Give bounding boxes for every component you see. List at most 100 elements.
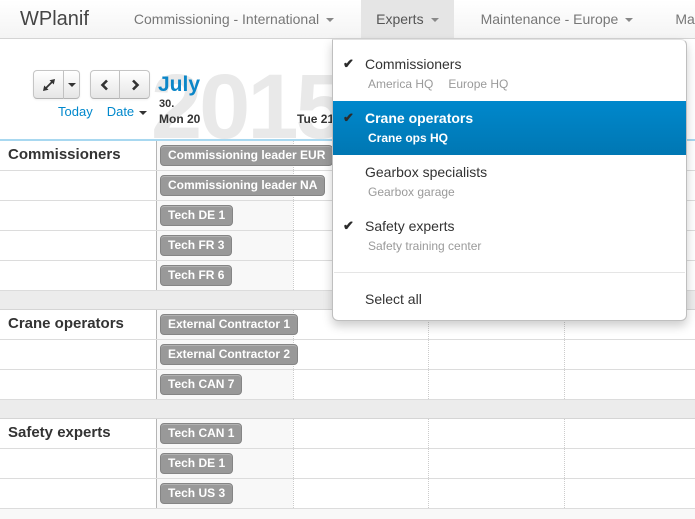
table-row: Tech DE 1 (0, 449, 695, 479)
group-label-cell (0, 370, 157, 399)
day-cell[interactable] (428, 340, 564, 369)
navbar-menu-item-0[interactable]: Commissioning - International (119, 0, 349, 38)
group-label-cell (0, 479, 157, 508)
day-cell[interactable] (293, 419, 429, 448)
resource-badge[interactable]: Tech CAN 1 (160, 423, 242, 444)
navbar-menu-item-2[interactable]: Maintenance - Europe (466, 0, 649, 38)
toolbar-links: Today Date (58, 104, 147, 119)
chevron-down-icon (625, 18, 633, 22)
check-icon: ✔ (343, 108, 359, 128)
navbar-menu-item-label: Experts (376, 11, 423, 27)
day-cell[interactable] (293, 449, 429, 478)
navbar: WPlanif Commissioning - International Ex… (0, 0, 695, 39)
resource-badge[interactable]: External Contractor 1 (160, 314, 298, 335)
day-cell[interactable] (428, 370, 564, 399)
day-header-tue: Tue 21 (297, 112, 334, 126)
venue-label[interactable]: Crane ops HQ (368, 131, 448, 146)
group-label: Safety experts (0, 419, 156, 441)
experts-dropdown: ✔ Commissioners America HQ Europe HQ ✔ Cr… (332, 39, 687, 321)
next-button[interactable] (120, 70, 150, 99)
day-cell[interactable] (293, 479, 429, 508)
navbar-menu-item-3[interactable]: Maintenance - (660, 0, 695, 38)
dropdown-item[interactable]: ✔ Commissioners America HQ Europe HQ (333, 47, 686, 101)
chevron-down-icon (326, 18, 334, 22)
check-icon: ✔ (343, 54, 359, 74)
venue-label[interactable]: Gearbox garage (368, 185, 455, 200)
zoom-dropdown-button[interactable] (64, 70, 80, 99)
table-row: Safety experts Tech CAN 1 (0, 419, 695, 449)
group-label: Crane operators (0, 310, 156, 332)
group-label-cell: Commissioners (0, 141, 157, 170)
group-label-cell (0, 171, 157, 200)
dropdown-item[interactable]: ✔ Safety experts Safety training center (333, 209, 686, 263)
resource-badge[interactable]: Tech FR 3 (160, 235, 232, 256)
nav-button-group (90, 70, 150, 99)
resize-diagonal-icon (42, 78, 56, 92)
day-cell[interactable] (428, 449, 564, 478)
dropdown-divider (334, 272, 685, 273)
group-label-cell (0, 261, 157, 290)
resource-badge[interactable]: Tech US 3 (160, 483, 233, 504)
navbar-menu-item-1[interactable]: Experts (361, 0, 453, 38)
navbar-menu-item-label: Commissioning - International (134, 11, 319, 27)
day-cell[interactable] (564, 340, 695, 369)
resource-badge[interactable]: Tech FR 6 (160, 265, 232, 286)
chevron-down-icon (431, 18, 439, 22)
resource-badge[interactable]: Tech DE 1 (160, 205, 233, 226)
group-label-cell (0, 449, 157, 478)
day-cell[interactable] (564, 479, 695, 508)
experts-dropdown-items: ✔ Commissioners America HQ Europe HQ ✔ Cr… (333, 47, 686, 263)
check-icon: ✔ (343, 216, 359, 236)
resource-badge[interactable]: Tech DE 1 (160, 453, 233, 474)
venue-list: Safety training center (333, 239, 686, 254)
today-link[interactable]: Today (58, 104, 93, 119)
resource-badge[interactable]: Commissioning leader NA (160, 175, 325, 196)
day-cell[interactable] (293, 370, 429, 399)
resource-badge[interactable]: Commissioning leader EUR (160, 145, 333, 166)
grid-footer-strip (0, 509, 695, 519)
dropdown-item-label: Commissioners (365, 54, 461, 74)
resource-badge[interactable]: External Contractor 2 (160, 344, 298, 365)
dropdown-item-label: Safety experts (365, 216, 455, 236)
venue-label[interactable]: America HQ (368, 77, 433, 92)
group-label-cell: Safety experts (0, 419, 157, 448)
expand-view-button[interactable] (33, 70, 64, 99)
app-brand[interactable]: WPlanif (0, 0, 113, 38)
group-label-cell (0, 340, 157, 369)
dropdown-item-label: Crane operators (365, 108, 473, 128)
venue-label[interactable]: Europe HQ (448, 77, 508, 92)
table-row: Tech US 3 (0, 479, 695, 509)
chevron-down-icon (68, 83, 76, 87)
previous-button[interactable] (90, 70, 120, 99)
day-cell[interactable] (564, 419, 695, 448)
month-title: July (158, 73, 200, 97)
venue-list: Gearbox garage (333, 185, 686, 200)
table-row: External Contractor 2 (0, 340, 695, 370)
dropdown-item[interactable]: ✔ Gearbox specialists Gearbox garage (333, 155, 686, 209)
date-link-label: Date (107, 104, 134, 119)
navbar-menu-item-label: Maintenance - (675, 11, 695, 27)
week-number: 30. (159, 98, 174, 110)
day-cell[interactable] (564, 370, 695, 399)
date-link[interactable]: Date (107, 104, 147, 119)
resource-badge[interactable]: Tech CAN 7 (160, 374, 242, 395)
day-cell[interactable] (293, 340, 429, 369)
navbar-menu: Commissioning - International Experts Ma… (113, 0, 695, 38)
table-row: Tech CAN 7 (0, 370, 695, 400)
dropdown-item[interactable]: ✔ Crane operators Crane ops HQ (333, 101, 686, 155)
zoom-button-group (33, 70, 80, 99)
venue-label[interactable]: Safety training center (368, 239, 481, 254)
group-label-cell (0, 201, 157, 230)
day-header-mon: Mon 20 (159, 112, 200, 126)
venue-list: America HQ Europe HQ (333, 77, 686, 92)
day-cell[interactable] (428, 419, 564, 448)
chevron-right-icon (129, 79, 141, 91)
group-separator (0, 400, 695, 419)
chevron-left-icon (99, 79, 111, 91)
select-all-menu-item[interactable]: Select all (333, 282, 686, 312)
day-cell[interactable] (564, 449, 695, 478)
group-label: Commissioners (0, 141, 156, 163)
day-cell[interactable] (428, 479, 564, 508)
dropdown-item-label: Gearbox specialists (365, 162, 487, 182)
navbar-menu-item-label: Maintenance - Europe (481, 11, 619, 27)
